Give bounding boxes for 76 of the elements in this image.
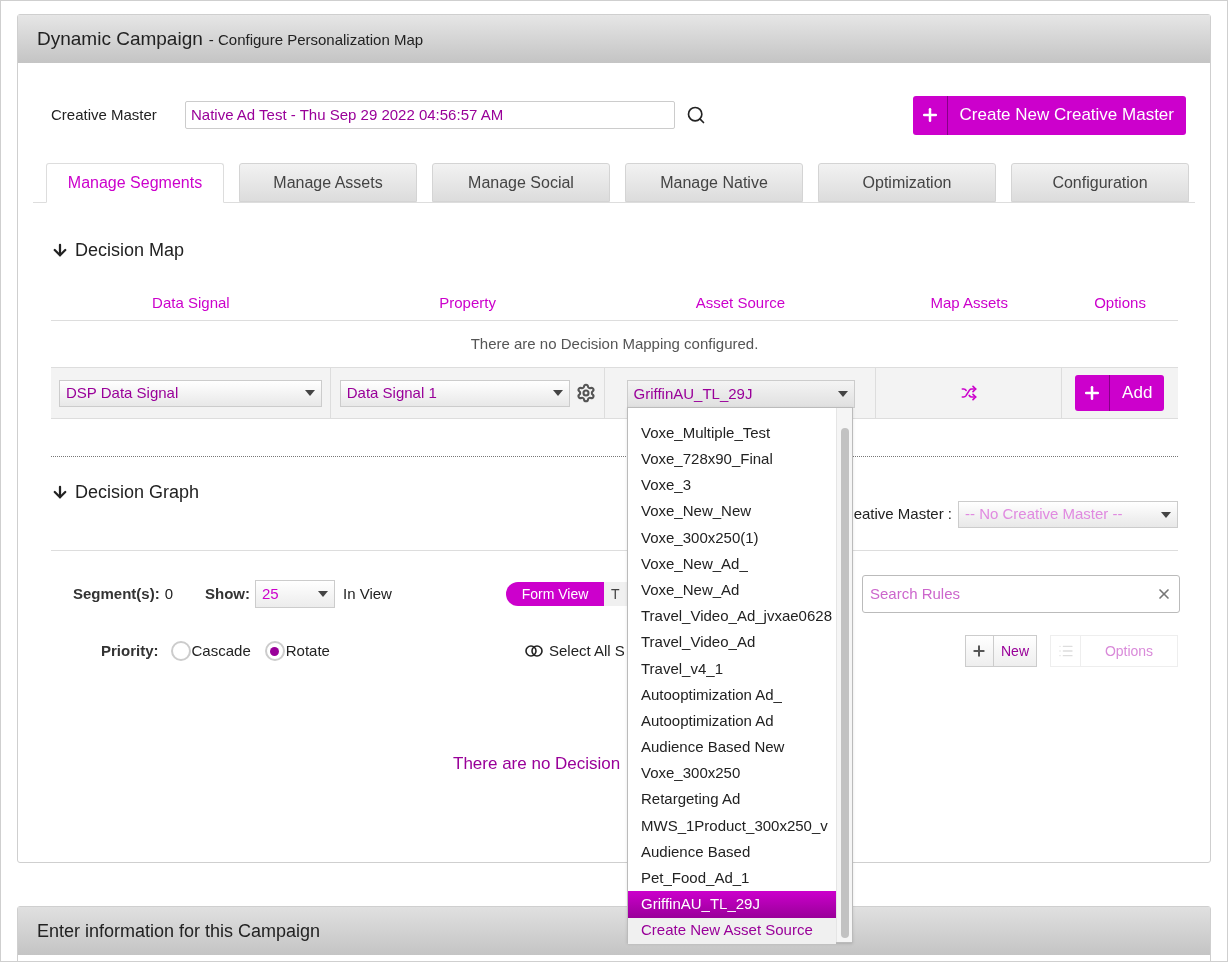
column-header: Asset Source (695, 292, 785, 313)
tab[interactable]: Manage Assets (239, 163, 417, 202)
creative-master-field[interactable]: Native Ad Test - Thu Sep 29 2022 04:56:57 AM (185, 101, 675, 129)
dropdown-option[interactable]: Voxe_New_Ad (628, 577, 836, 604)
dropdown-option[interactable]: Pet_Food_Ad_1 (628, 865, 836, 892)
tab[interactable]: Optimization (818, 163, 996, 202)
toggle-icon[interactable] (525, 645, 543, 657)
empty-message: There are no Decision (453, 753, 621, 776)
arrow-down-icon (51, 483, 69, 501)
dropdown-option[interactable]: Autooptimization Ad (628, 708, 836, 735)
caret-icon (304, 390, 315, 396)
search-rules-input[interactable]: Search Rules (870, 582, 1120, 606)
segments-label: Segment(s): (73, 583, 160, 604)
show-select[interactable]: 25 (255, 580, 336, 608)
list-icon (1057, 643, 1074, 659)
arrow-down-icon (51, 241, 69, 259)
segments-count: 0 (164, 583, 174, 604)
dropdown-option[interactable]: Travel_Video_Ad (628, 629, 836, 656)
caret-icon (837, 391, 848, 397)
new-button[interactable]: New (965, 635, 1037, 667)
data-signal-select[interactable]: DSP Data Signal (59, 379, 322, 407)
dropdown-option[interactable]: Voxe_3 (628, 472, 836, 499)
create-creative-master-button[interactable]: Create New Creative Master (912, 95, 1186, 135)
asset-source-select[interactable]: GriffinAU_TL_29J (626, 380, 855, 408)
caret-icon (552, 390, 563, 396)
radio-label: Cascade (191, 640, 251, 661)
dropdown-option[interactable]: Voxe_Multiple_Test (628, 420, 836, 447)
creative-master-label: eative Master : (853, 504, 952, 525)
tab[interactable]: Configuration (1011, 163, 1189, 202)
dropdown-option[interactable]: Voxe_300x250(1) (628, 524, 836, 551)
radio-label: Rotate (285, 640, 330, 661)
page-subtitle: - Configure Personalization Map (208, 30, 424, 51)
in-view-label: In View (343, 583, 392, 604)
settings-icon[interactable] (575, 383, 596, 403)
caret-icon (1161, 511, 1171, 518)
dropdown-option[interactable]: MWS_1Product_300x250_v (628, 812, 836, 839)
priority-label: Priority: (101, 640, 159, 661)
search-icon[interactable] (686, 105, 706, 125)
dropdown-option[interactable]: Voxe_New_Ad_ (628, 550, 836, 578)
show-label: Show: (205, 583, 251, 604)
search-rules-field[interactable]: Search Rules (862, 575, 1180, 613)
view-toggle[interactable]: T (604, 582, 627, 606)
page-title: Dynamic Campaign (37, 26, 203, 51)
caret-icon (318, 591, 329, 597)
radio-button[interactable] (170, 641, 191, 661)
scrollbar[interactable] (836, 408, 852, 942)
column-header: Options (1094, 292, 1146, 313)
dropdown-option[interactable]: Travel_v4_1 (628, 655, 836, 682)
tab[interactable]: Manage Social (432, 163, 610, 202)
property-select[interactable]: Data Signal 1 (339, 379, 570, 407)
clear-icon[interactable] (1156, 586, 1172, 602)
dropdown-option[interactable]: Retargeting Ad (628, 786, 836, 813)
section-title: Decision Graph (75, 480, 200, 504)
tab[interactable]: Manage Native (625, 163, 803, 202)
column-header: Property (439, 292, 496, 313)
dropdown-option[interactable]: Voxe_New_New (628, 498, 836, 525)
dropdown-option[interactable]: Voxe_300x250 (628, 760, 836, 787)
select-all-label[interactable]: Select All S (549, 639, 625, 663)
empty-message: There are no Decision Mapping configured. (470, 333, 759, 354)
tab[interactable]: Manage Segments (46, 163, 224, 203)
dropdown-option[interactable]: Autooptimization Ad_ (628, 681, 836, 709)
dropdown-option[interactable]: Audience Based New (628, 734, 836, 761)
dropdown-option[interactable]: Voxe_728x90_Final (628, 446, 836, 473)
creative-master-label: Creative Master (51, 104, 158, 125)
dropdown-option[interactable]: Travel_Video_Ad_jvxae0628 (628, 603, 836, 630)
dropdown-option[interactable]: Audience Based (628, 839, 836, 866)
radio-button[interactable] (264, 641, 285, 661)
add-button[interactable]: Add (1075, 375, 1165, 411)
dropdown-option[interactable]: GriffinAU_TL_29J (628, 891, 836, 918)
panel-title: Enter information for this Campaign (37, 919, 321, 943)
view-toggle[interactable]: Form View (506, 582, 604, 606)
shuffle-icon[interactable] (960, 385, 977, 401)
section-title: Decision Map (75, 238, 185, 262)
create-asset-source-link[interactable]: Create New Asset Source (628, 917, 836, 944)
column-header: Map Assets (930, 292, 1008, 313)
column-header: Data Signal (152, 292, 230, 313)
